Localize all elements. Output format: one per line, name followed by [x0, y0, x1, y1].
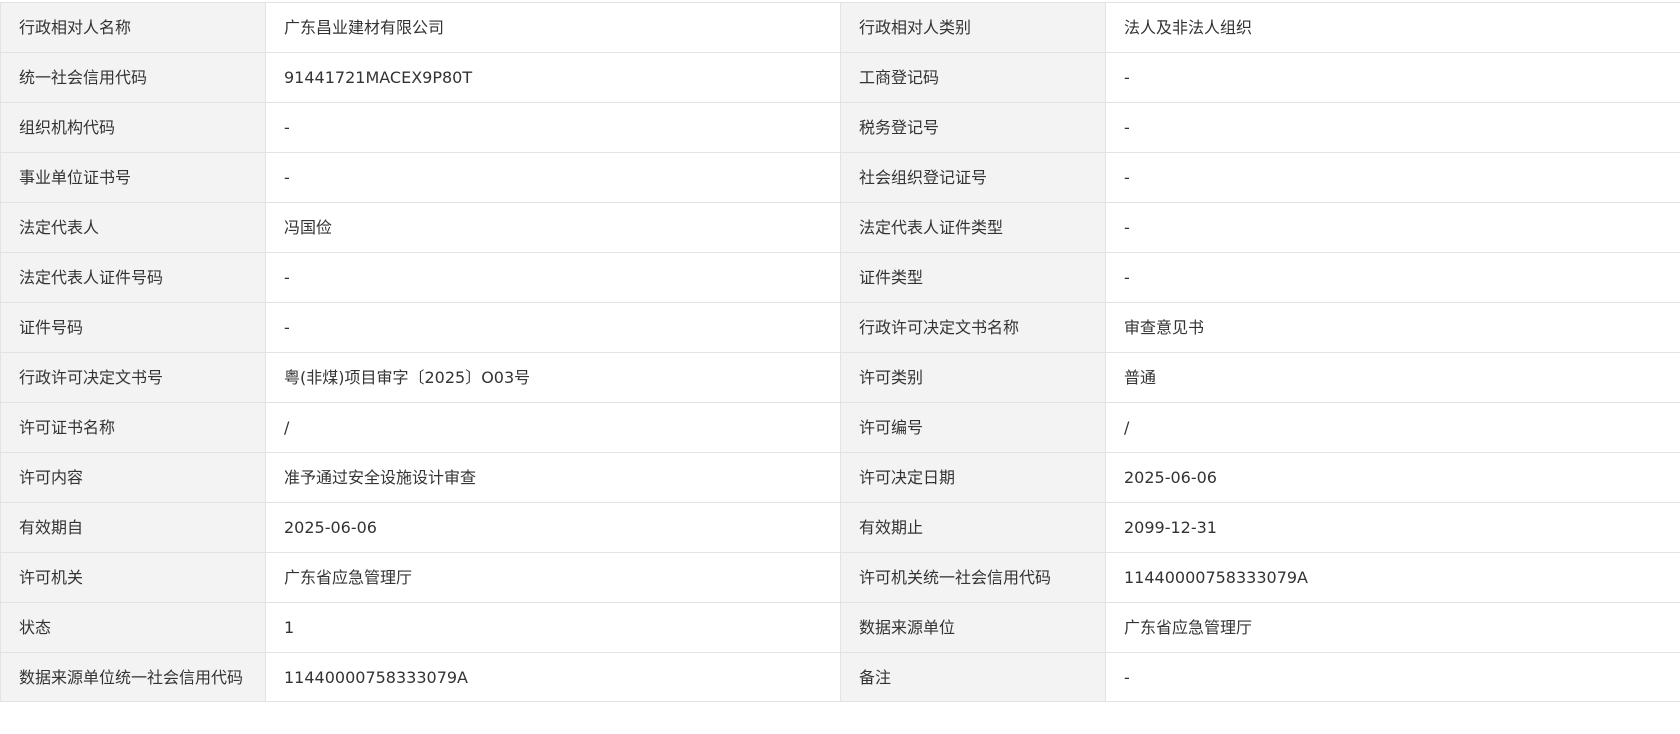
table-row: 统一社会信用代码 91441721MACEX9P80T 工商登记码 - — [1, 53, 1680, 103]
field-value: 11440000758333079A — [1106, 553, 1680, 603]
table-row: 行政许可决定文书号 粤(非煤)项目审字〔2025〕O03号 许可类别 普通 — [1, 353, 1680, 403]
table-row: 有效期自 2025-06-06 有效期止 2099-12-31 — [1, 503, 1680, 553]
field-value: - — [266, 253, 841, 303]
field-label: 法定代表人证件类型 — [841, 203, 1106, 253]
field-value: - — [1106, 53, 1680, 103]
table-row: 状态 1 数据来源单位 广东省应急管理厅 — [1, 603, 1680, 653]
field-label: 状态 — [1, 603, 266, 653]
field-label: 有效期止 — [841, 503, 1106, 553]
field-value: 1 — [266, 603, 841, 653]
field-value: 审查意见书 — [1106, 303, 1680, 353]
field-label: 许可类别 — [841, 353, 1106, 403]
field-value: 准予通过安全设施设计审查 — [266, 453, 841, 503]
field-label: 税务登记号 — [841, 103, 1106, 153]
field-value: 11440000758333079A — [266, 653, 841, 702]
field-label: 法定代表人 — [1, 203, 266, 253]
field-value: 普通 — [1106, 353, 1680, 403]
field-value: 广东昌业建材有限公司 — [266, 3, 841, 53]
field-value: - — [266, 153, 841, 203]
table-row: 许可机关 广东省应急管理厅 许可机关统一社会信用代码 1144000075833… — [1, 553, 1680, 603]
field-value: - — [1106, 203, 1680, 253]
table-row: 数据来源单位统一社会信用代码 11440000758333079A 备注 - — [1, 653, 1680, 702]
field-value: - — [266, 303, 841, 353]
field-label: 统一社会信用代码 — [1, 53, 266, 103]
field-value: 冯国俭 — [266, 203, 841, 253]
table-row: 事业单位证书号 - 社会组织登记证号 - — [1, 153, 1680, 203]
table-row: 行政相对人名称 广东昌业建材有限公司 行政相对人类别 法人及非法人组织 — [1, 3, 1680, 53]
table-row: 组织机构代码 - 税务登记号 - — [1, 103, 1680, 153]
field-label: 行政许可决定文书号 — [1, 353, 266, 403]
field-value: - — [1106, 653, 1680, 702]
field-value: 2025-06-06 — [1106, 453, 1680, 503]
field-value: 粤(非煤)项目审字〔2025〕O03号 — [266, 353, 841, 403]
field-value: / — [266, 403, 841, 453]
field-label: 证件类型 — [841, 253, 1106, 303]
field-value: 2099-12-31 — [1106, 503, 1680, 553]
field-label: 许可机关 — [1, 553, 266, 603]
field-label: 社会组织登记证号 — [841, 153, 1106, 203]
field-value: 91441721MACEX9P80T — [266, 53, 841, 103]
field-label: 数据来源单位统一社会信用代码 — [1, 653, 266, 702]
field-label: 有效期自 — [1, 503, 266, 553]
field-label: 行政许可决定文书名称 — [841, 303, 1106, 353]
field-value: 2025-06-06 — [266, 503, 841, 553]
field-value: - — [1106, 153, 1680, 203]
field-value: - — [1106, 103, 1680, 153]
field-label: 许可内容 — [1, 453, 266, 503]
field-label: 行政相对人类别 — [841, 3, 1106, 53]
field-label: 事业单位证书号 — [1, 153, 266, 203]
field-label: 行政相对人名称 — [1, 3, 266, 53]
field-label: 许可编号 — [841, 403, 1106, 453]
field-label: 法定代表人证件号码 — [1, 253, 266, 303]
field-label: 数据来源单位 — [841, 603, 1106, 653]
table-row: 证件号码 - 行政许可决定文书名称 审查意见书 — [1, 303, 1680, 353]
field-value: - — [1106, 253, 1680, 303]
table-row: 许可证书名称 / 许可编号 / — [1, 403, 1680, 453]
field-value: 广东省应急管理厅 — [266, 553, 841, 603]
field-label: 许可证书名称 — [1, 403, 266, 453]
field-value: - — [266, 103, 841, 153]
field-value: 广东省应急管理厅 — [1106, 603, 1680, 653]
license-detail-table: 行政相对人名称 广东昌业建材有限公司 行政相对人类别 法人及非法人组织 统一社会… — [0, 2, 1680, 702]
field-value: 法人及非法人组织 — [1106, 3, 1680, 53]
field-label: 许可机关统一社会信用代码 — [841, 553, 1106, 603]
field-label: 证件号码 — [1, 303, 266, 353]
table-row: 法定代表人 冯国俭 法定代表人证件类型 - — [1, 203, 1680, 253]
field-label: 许可决定日期 — [841, 453, 1106, 503]
table-row: 许可内容 准予通过安全设施设计审查 许可决定日期 2025-06-06 — [1, 453, 1680, 503]
table-row: 法定代表人证件号码 - 证件类型 - — [1, 253, 1680, 303]
field-label: 备注 — [841, 653, 1106, 702]
field-label: 工商登记码 — [841, 53, 1106, 103]
field-label: 组织机构代码 — [1, 103, 266, 153]
field-value: / — [1106, 403, 1680, 453]
